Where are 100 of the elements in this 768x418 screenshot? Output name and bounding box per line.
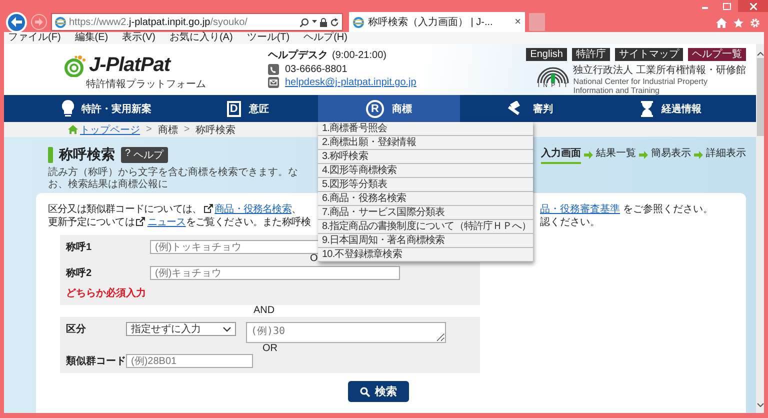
arrow-icon	[639, 151, 648, 159]
forward-button[interactable]	[31, 14, 47, 30]
arrow-icon	[584, 151, 593, 159]
notice-text: 認ください。	[540, 216, 600, 229]
page-title: 称呼検索	[59, 146, 115, 164]
field-label: 称呼1	[66, 240, 93, 254]
menu-item[interactable]: ファイル(F)	[8, 32, 61, 44]
dropdown-item[interactable]: 2.商標出願・登録情報	[318, 136, 533, 150]
close-icon	[750, 2, 756, 10]
notice-text: 品・役務審査基準 をご参照ください。	[540, 203, 713, 216]
link[interactable]: 商品・役務名検索	[214, 204, 292, 215]
dropdown-item[interactable]: 3.称呼検索	[318, 150, 533, 164]
dropdown-item[interactable]: 8.指定商品の書換制度について（特許庁ＨＰへ）	[318, 220, 533, 234]
organization-name-english: Information and Training	[573, 86, 660, 95]
arrow-icon	[694, 151, 703, 159]
menu-item[interactable]: ヘルプ(H)	[304, 32, 348, 44]
back-button[interactable]	[6, 12, 27, 32]
hourglass-icon	[641, 100, 654, 116]
settings-icon[interactable]	[750, 18, 760, 28]
class-input[interactable]: (例)30	[246, 322, 446, 343]
url-text: https://www2.j-platpat.inpit.go.jp/syouko/	[69, 16, 248, 28]
description-text: 読み方（称呼）から文字を含む商標を検索できます。なお、検索結果は商標公報に	[48, 167, 299, 191]
organization-name: 独立行政法人 工業所有権情報・研修館	[573, 65, 746, 77]
field-label: 類似群コード	[66, 354, 126, 368]
breadcrumb-item: 称呼検索	[196, 124, 236, 136]
class-dropdown[interactable]: 指定せずに入力	[126, 322, 236, 336]
nav-tab[interactable]: 経過情報	[600, 95, 742, 122]
link[interactable]: 品・役務審査基準	[540, 204, 620, 215]
input-field[interactable]: (例)キョチョウ	[150, 266, 400, 280]
home-icon	[68, 125, 78, 134]
maximize-icon	[723, 2, 731, 10]
lock-icon	[320, 18, 327, 26]
required-note: どちらか必須入力	[66, 286, 147, 300]
logo-subtitle: 特許情報プラットフォーム	[86, 78, 206, 91]
dropdown-item[interactable]: 9.日本国周知・著名商標検索	[318, 234, 533, 248]
refresh-icon[interactable]	[330, 18, 339, 26]
step-label: 結果一覧	[596, 147, 636, 161]
menu-item[interactable]: ツール(T)	[246, 32, 290, 44]
mail-icon	[268, 77, 279, 88]
breadcrumb-item: 商標	[158, 124, 178, 136]
scroll-up-icon[interactable]	[756, 52, 764, 56]
step-label: 入力画面	[541, 146, 581, 164]
phone-number: 03-6666-8801	[285, 64, 348, 75]
breadcrumb-link[interactable]: トップページ	[80, 122, 140, 136]
header-link[interactable]: 特許庁	[572, 48, 610, 61]
nav-tab[interactable]: 特許・実用新案	[36, 95, 178, 122]
or-label: OR	[262, 343, 278, 354]
field-label: 称呼2	[66, 266, 93, 280]
link[interactable]: ニュース	[147, 217, 186, 228]
browser-tab[interactable]: 称呼検索（入力画面） | J-... ×	[349, 12, 525, 32]
email-link[interactable]: helpdesk@j-platpat.inpit.go.jp	[285, 77, 416, 88]
organization-name-english: National Center for Industrial Property	[573, 77, 709, 86]
helpdesk-title: ヘルプデスク (9:00-21:00)	[268, 48, 388, 62]
help-button[interactable]: ? ヘルプ	[121, 147, 168, 163]
lightbulb-icon	[62, 100, 74, 118]
dropdown-item[interactable]: 5.図形等分類表	[318, 178, 533, 192]
notice-text: 区分又は類似群コードについては、 商品・役務名検索、	[48, 204, 302, 215]
logo-icon	[64, 54, 86, 76]
chevron-down-icon	[223, 326, 231, 332]
breadcrumb-separator: >	[184, 124, 190, 135]
dropdown-item[interactable]: 6.商品・役務名検索	[318, 192, 533, 206]
scroll-down-icon[interactable]	[756, 403, 764, 407]
menu-item[interactable]: お気に入り(A)	[169, 32, 233, 44]
design-icon: D	[226, 100, 241, 116]
notice-text: 更新予定については ニュースをご覧ください。また称呼検	[48, 217, 311, 228]
scrollbar-thumb[interactable]	[756, 58, 764, 136]
menu-item[interactable]: 編集(E)	[74, 32, 108, 44]
dropdown-item[interactable]: 7.商品・サービス国際分類表	[318, 206, 533, 220]
star-icon[interactable]	[733, 18, 744, 28]
registered-icon: R	[366, 100, 384, 118]
close-button[interactable]	[738, 0, 768, 12]
search-icon[interactable]	[300, 18, 309, 26]
search-icon	[360, 386, 370, 396]
home-icon[interactable]	[716, 18, 727, 28]
step-label: 詳細表示	[706, 146, 746, 161]
search-button[interactable]: 検索	[348, 381, 409, 402]
dropdown-item[interactable]: 4.図形等商標検索	[318, 164, 533, 178]
menu-item[interactable]: 表示(V)	[122, 32, 156, 44]
breadcrumb-separator: >	[146, 124, 152, 135]
browser-icon	[353, 16, 364, 28]
phone-icon	[268, 64, 279, 75]
address-bar[interactable]: https://www2.j-platpat.inpit.go.jp/syouko/	[51, 13, 343, 31]
input-field[interactable]: (例)28B01	[126, 354, 253, 368]
dropdown-item[interactable]: 10.不登録標章検索	[318, 248, 533, 262]
step-label: 簡易表示	[651, 146, 691, 161]
external-link-icon	[204, 204, 213, 213]
close-tab-button[interactable]: ×	[514, 16, 521, 28]
nav-tab[interactable]: 審判	[460, 95, 601, 122]
logo-text: J-PlatPat	[89, 54, 170, 77]
nav-tab[interactable]: R 商標	[318, 95, 460, 122]
or-label: O	[310, 253, 318, 264]
arrow-left-icon	[11, 17, 22, 27]
caret-icon[interactable]	[312, 20, 317, 24]
arch-logo-icon	[537, 65, 570, 83]
dropdown-item[interactable]: 1.商標番号照会	[318, 122, 533, 136]
nav-tab[interactable]: D 意匠	[177, 95, 318, 122]
header-link[interactable]: サイトマップ	[615, 48, 683, 61]
header-link[interactable]: ヘルプ一覧	[688, 48, 746, 61]
header-link[interactable]: English	[526, 48, 567, 61]
field-label: 区分	[66, 322, 87, 336]
